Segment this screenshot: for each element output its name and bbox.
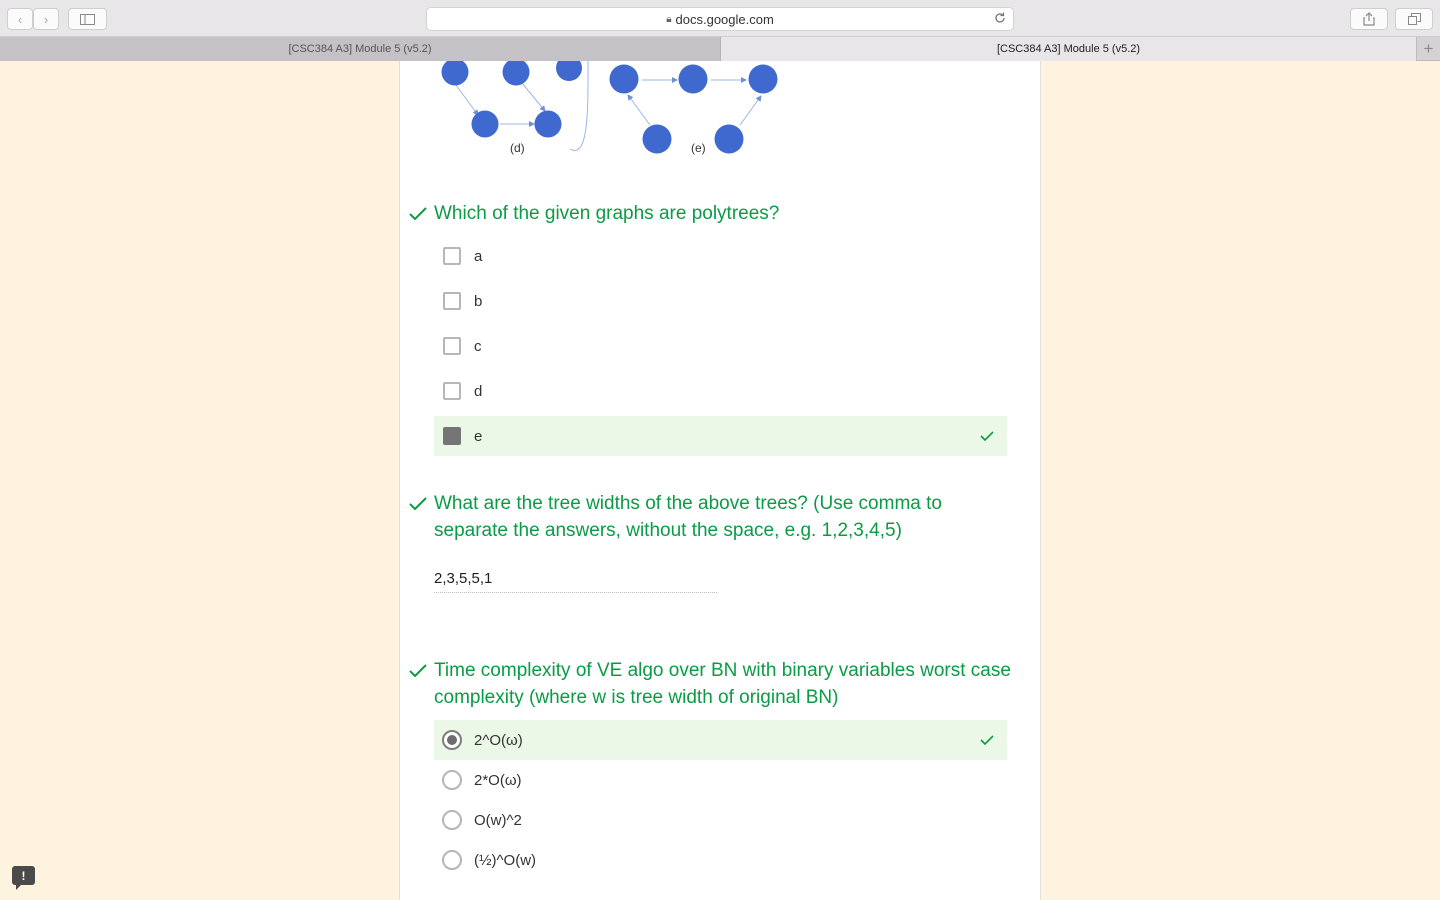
url-text: docs.google.com <box>675 11 774 27</box>
question-title-tree-widths: What are the tree widths of the above tr… <box>434 493 942 541</box>
graph-node <box>714 124 744 154</box>
correct-check-icon <box>409 497 427 511</box>
checkbox[interactable] <box>443 247 461 265</box>
option-label: 2^O(ω) <box>474 731 523 749</box>
option-label: (½)^O(w) <box>474 851 537 869</box>
option-d[interactable]: d <box>434 371 1007 411</box>
reload-icon[interactable] <box>993 11 1007 25</box>
graph-node <box>609 64 639 94</box>
option-2-pow-o-w[interactable]: 2^O(ω) <box>434 720 1007 760</box>
question-title-complexity: Time complexity of VE algo over BN with … <box>434 660 1011 708</box>
option-label: b <box>474 292 483 310</box>
radio-selected[interactable] <box>442 730 462 750</box>
form-card: (d) (e) Which of the given graphs are po… <box>399 61 1041 900</box>
checkbox[interactable] <box>443 292 461 310</box>
sidebar-toggle-button[interactable] <box>68 8 107 30</box>
share-button[interactable] <box>1350 8 1388 30</box>
option-e[interactable]: e <box>434 416 1007 456</box>
graph-node <box>748 64 778 94</box>
tab-2-label: [CSC384 A3] Module 5 (v5.2) <box>996 43 1141 55</box>
radio[interactable] <box>442 850 462 870</box>
graph-node <box>556 61 582 81</box>
option-label: O(w)^2 <box>474 811 522 829</box>
graph-node <box>441 61 469 86</box>
option-label: c <box>474 337 482 355</box>
checkbox-checked[interactable] <box>443 427 461 445</box>
radio[interactable] <box>442 770 462 790</box>
forward-button[interactable]: › <box>33 8 59 30</box>
tree-widths-answer-field[interactable]: 2,3,5,5,1 <box>434 567 717 593</box>
tab-bar: [CSC384 A3] Module 5 (v5.2) [CSC384 A3] … <box>0 37 1440 61</box>
correct-check-icon <box>980 735 994 746</box>
share-icon <box>1363 12 1375 26</box>
tabs-overview-button[interactable] <box>1395 8 1433 30</box>
graph-node <box>642 124 672 154</box>
graph-node <box>534 110 562 138</box>
correct-check-icon <box>409 664 427 678</box>
lock-icon: 🔒︎ <box>666 13 672 25</box>
tab-1-label: [CSC384 A3] Module 5 (v5.2) <box>288 43 432 55</box>
checkbox[interactable] <box>443 382 461 400</box>
graph-node <box>471 110 499 138</box>
option-o-w-squared[interactable]: O(w)^2 <box>434 800 1007 840</box>
correct-check-icon <box>409 207 427 221</box>
graph-node <box>502 61 530 86</box>
back-button[interactable]: ‹ <box>7 8 33 30</box>
new-tab-button[interactable]: + <box>1416 37 1440 61</box>
chevron-left-icon: ‹ <box>17 11 23 27</box>
graph-node <box>678 64 708 94</box>
tabs-icon <box>1407 13 1421 25</box>
option-label: 2*O(ω) <box>474 771 522 789</box>
option-label: e <box>474 427 483 445</box>
plus-icon: + <box>1423 39 1434 58</box>
tab-1[interactable]: [CSC384 A3] Module 5 (v5.2) <box>0 37 720 61</box>
option-label: a <box>474 247 483 265</box>
correct-check-icon <box>980 431 994 442</box>
report-feedback-button[interactable]: ! <box>12 866 35 890</box>
browser-toolbar: ‹ › 🔒︎ docs.google.com <box>0 0 1440 37</box>
radio[interactable] <box>442 810 462 830</box>
graph-figure: (d) (e) <box>441 61 778 155</box>
exclamation-icon: ! <box>21 868 26 883</box>
chevron-right-icon: › <box>43 11 49 27</box>
question-title-polytrees: Which of the given graphs are polytrees? <box>434 203 780 224</box>
checkbox[interactable] <box>443 337 461 355</box>
option-label: d <box>474 382 483 400</box>
option-half-pow-o-w[interactable]: (½)^O(w) <box>434 840 1007 880</box>
address-bar[interactable]: 🔒︎ docs.google.com <box>426 7 1014 31</box>
sidebar-icon <box>80 13 95 25</box>
option-c[interactable]: c <box>434 326 1007 366</box>
option-b[interactable]: b <box>434 281 1007 321</box>
option-2-times-o-w[interactable]: 2*O(ω) <box>434 760 1007 800</box>
tab-2[interactable]: [CSC384 A3] Module 5 (v5.2) <box>720 37 1416 61</box>
graph-label-d: (d) <box>510 141 525 155</box>
option-a[interactable]: a <box>434 236 1007 276</box>
graph-label-e: (e) <box>691 141 706 155</box>
